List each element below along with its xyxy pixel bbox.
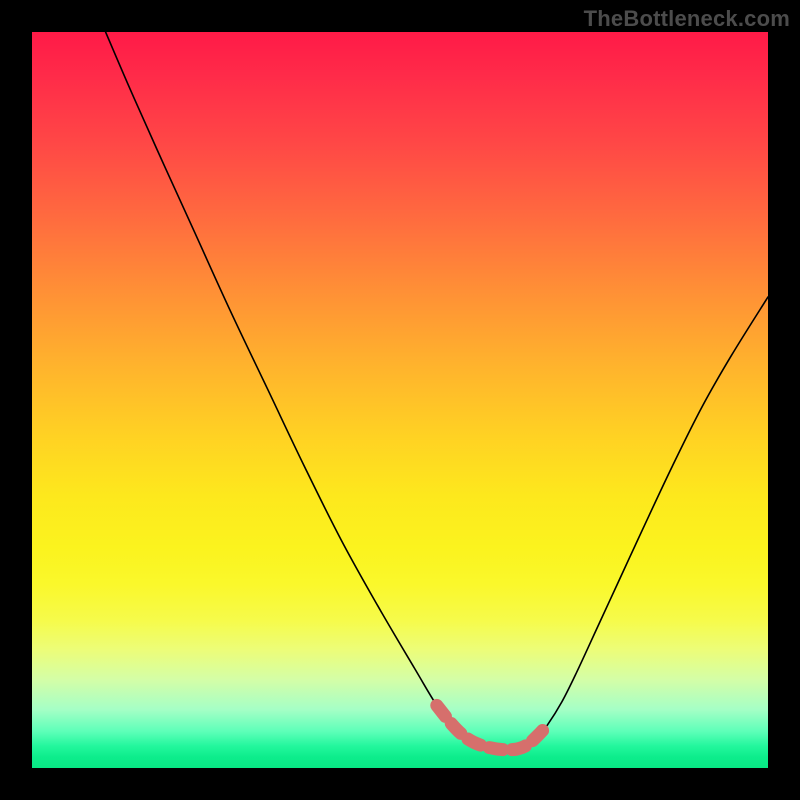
watermark-text: TheBottleneck.com	[584, 6, 790, 32]
bottleneck-curve	[106, 32, 768, 750]
plot-area	[32, 32, 768, 768]
curve-layer	[32, 32, 768, 768]
chart-frame: TheBottleneck.com	[0, 0, 800, 800]
optimal-region-highlight	[437, 705, 547, 749]
